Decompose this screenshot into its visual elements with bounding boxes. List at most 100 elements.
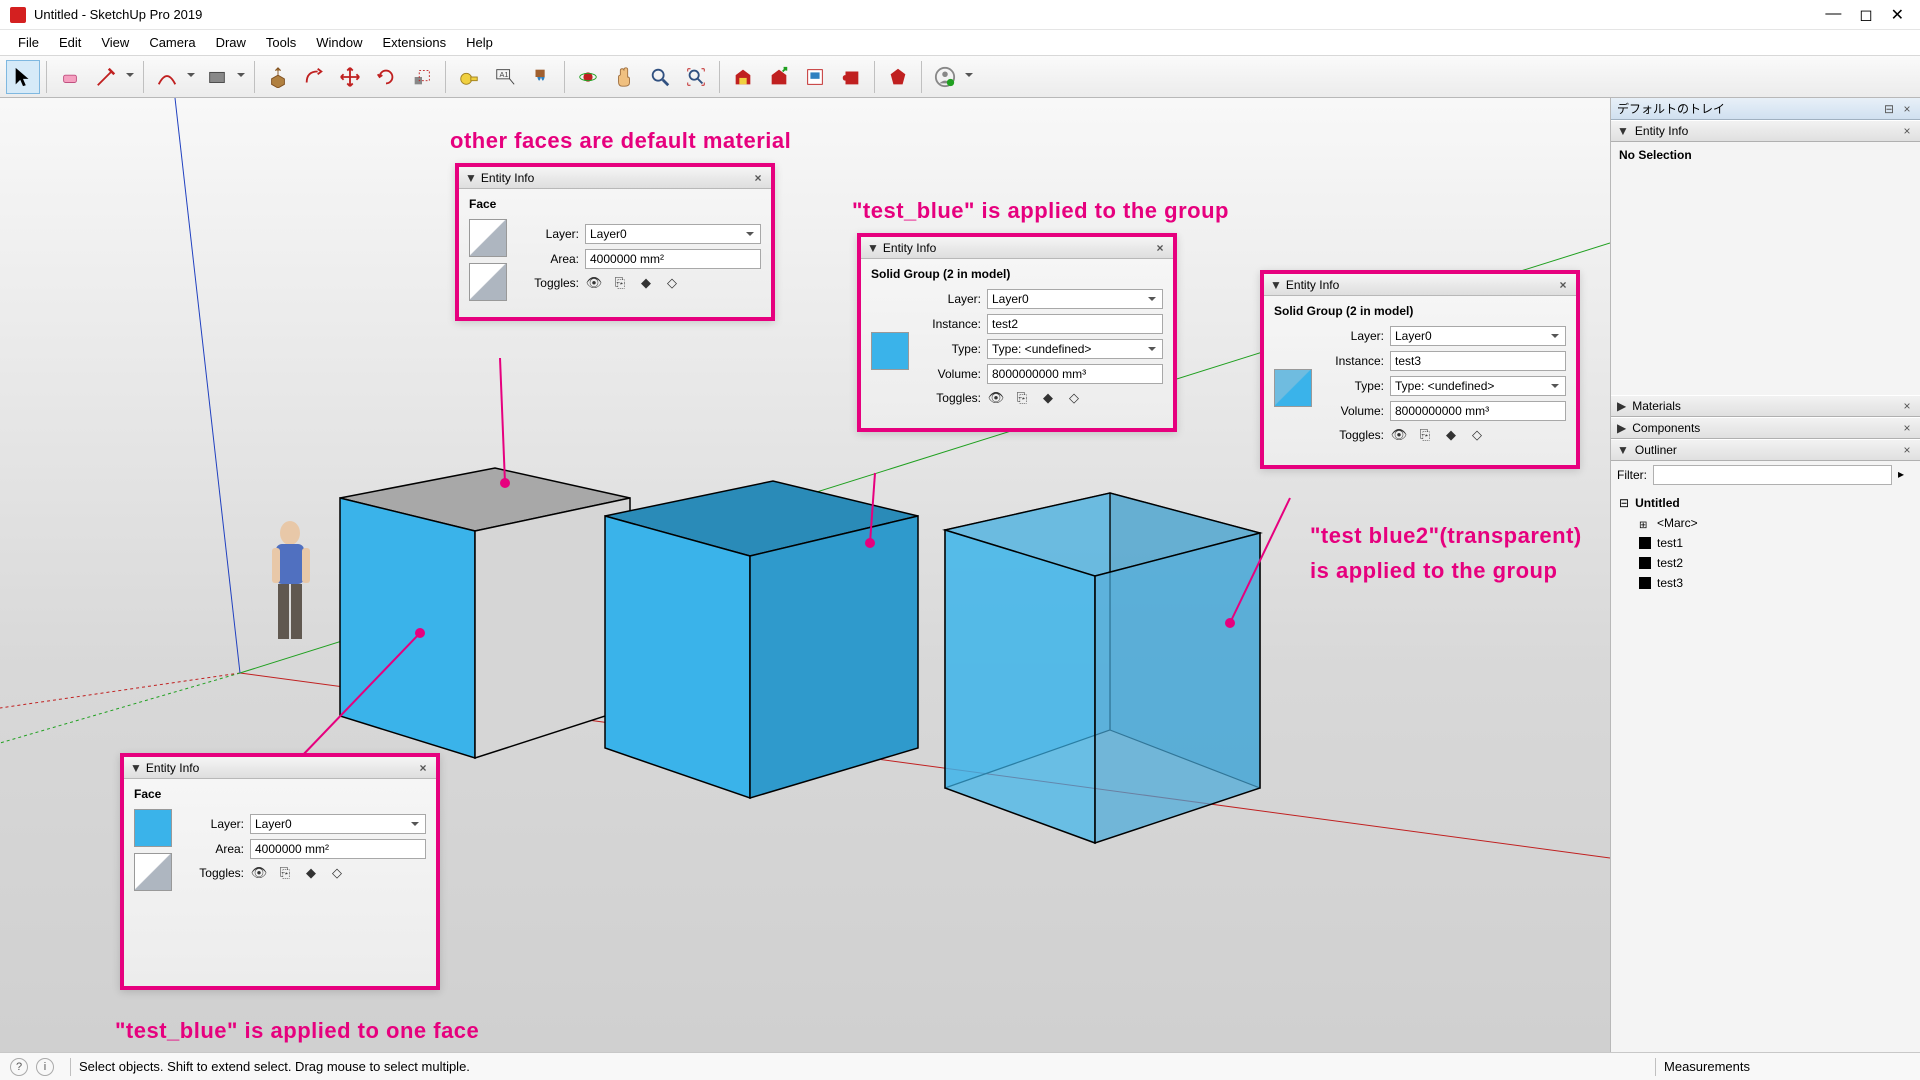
no-selection-label: No Selection xyxy=(1611,142,1920,168)
lock-toggle-icon[interactable]: ⎘ xyxy=(1013,389,1031,407)
close-icon[interactable]: × xyxy=(1900,102,1914,116)
shadow-receive-icon[interactable]: ◇ xyxy=(328,864,346,882)
layer-select[interactable]: Layer0 xyxy=(987,289,1163,309)
tray-header[interactable]: デフォルトのトレイ ⊟ × xyxy=(1611,98,1920,120)
shadow-receive-icon[interactable]: ◇ xyxy=(1065,389,1083,407)
material-swatch[interactable] xyxy=(1274,369,1312,407)
layer-select[interactable]: Layer0 xyxy=(250,814,426,834)
menu-extensions[interactable]: Extensions xyxy=(373,31,457,54)
lock-toggle-icon[interactable]: ⎘ xyxy=(611,274,629,292)
close-icon[interactable]: × xyxy=(1153,241,1167,255)
entity-info-header[interactable]: ▼Entity Info× xyxy=(1611,120,1920,142)
close-icon[interactable]: × xyxy=(751,171,765,185)
scale-tool[interactable] xyxy=(405,60,439,94)
shadow-cast-icon[interactable]: ◆ xyxy=(1442,426,1460,444)
lock-toggle-icon[interactable]: ⎘ xyxy=(276,864,294,882)
tree-item-test1[interactable]: test1 xyxy=(1619,533,1912,553)
panel-title: Entity Info xyxy=(481,171,534,185)
tape-tool[interactable] xyxy=(452,60,486,94)
outliner-tree: ⊟Untitled <Marc> test1 test2 test3 xyxy=(1611,489,1920,597)
entity-type: Face xyxy=(134,785,426,809)
instance-field[interactable]: test2 xyxy=(987,314,1163,334)
warehouse-share-tool[interactable] xyxy=(762,60,796,94)
lock-toggle-icon[interactable]: ⎘ xyxy=(1416,426,1434,444)
extension-manager-tool[interactable] xyxy=(834,60,868,94)
front-material-swatch[interactable] xyxy=(469,219,507,257)
type-select[interactable]: Type: <undefined> xyxy=(1390,376,1566,396)
details-icon[interactable]: ▸ xyxy=(1898,467,1914,483)
rectangle-tool[interactable] xyxy=(200,60,234,94)
rectangle-tool-dropdown[interactable] xyxy=(234,60,248,94)
layer-select[interactable]: Layer0 xyxy=(585,224,761,244)
arc-tool-dropdown[interactable] xyxy=(184,60,198,94)
outliner-header[interactable]: ▼Outliner× xyxy=(1611,439,1920,461)
close-icon[interactable]: × xyxy=(1900,399,1914,413)
materials-header[interactable]: ▶Materials× xyxy=(1611,395,1920,417)
move-tool[interactable] xyxy=(333,60,367,94)
minimize-button[interactable]: — xyxy=(1825,5,1841,25)
tree-item-test2[interactable]: test2 xyxy=(1619,553,1912,573)
pin-icon[interactable]: ⊟ xyxy=(1882,102,1896,116)
type-select[interactable]: Type: <undefined> xyxy=(987,339,1163,359)
shadow-cast-icon[interactable]: ◆ xyxy=(637,274,655,292)
account-button[interactable] xyxy=(928,60,962,94)
menu-draw[interactable]: Draw xyxy=(206,31,256,54)
paint-tool[interactable] xyxy=(524,60,558,94)
info-icon[interactable]: i xyxy=(36,1058,54,1076)
layout-tool[interactable] xyxy=(798,60,832,94)
text-tool[interactable]: A1 xyxy=(488,60,522,94)
close-icon[interactable]: × xyxy=(1900,443,1914,457)
line-tool[interactable] xyxy=(89,60,123,94)
menu-window[interactable]: Window xyxy=(306,31,372,54)
filter-input[interactable] xyxy=(1653,465,1892,485)
select-tool[interactable] xyxy=(6,60,40,94)
volume-field: 8000000000 mm³ xyxy=(1390,401,1566,421)
menu-help[interactable]: Help xyxy=(456,31,503,54)
components-header[interactable]: ▶Components× xyxy=(1611,417,1920,439)
close-button[interactable]: ✕ xyxy=(1891,5,1904,25)
menu-edit[interactable]: Edit xyxy=(49,31,91,54)
material-swatch[interactable] xyxy=(871,332,909,370)
visible-toggle-icon[interactable]: 👁 xyxy=(987,389,1005,407)
warehouse-tool[interactable] xyxy=(726,60,760,94)
shadow-cast-icon[interactable]: ◆ xyxy=(1039,389,1057,407)
visible-toggle-icon[interactable]: 👁 xyxy=(585,274,603,292)
menu-tools[interactable]: Tools xyxy=(256,31,306,54)
shadow-receive-icon[interactable]: ◇ xyxy=(663,274,681,292)
menu-view[interactable]: View xyxy=(91,31,139,54)
instance-field[interactable]: test3 xyxy=(1390,351,1566,371)
viewport[interactable]: other faces are default material "test_b… xyxy=(0,98,1610,1052)
maximize-button[interactable]: ◻ xyxy=(1859,5,1872,25)
close-icon[interactable]: × xyxy=(416,761,430,775)
shadow-receive-icon[interactable]: ◇ xyxy=(1468,426,1486,444)
status-hint: Select objects. Shift to extend select. … xyxy=(79,1059,470,1074)
close-icon[interactable]: × xyxy=(1900,124,1914,138)
offset-tool[interactable] xyxy=(297,60,331,94)
front-material-swatch[interactable] xyxy=(134,809,172,847)
account-dropdown[interactable] xyxy=(962,60,976,94)
tree-item-test3[interactable]: test3 xyxy=(1619,573,1912,593)
pushpull-tool[interactable] xyxy=(261,60,295,94)
tree-root[interactable]: ⊟Untitled xyxy=(1619,493,1912,513)
menu-camera[interactable]: Camera xyxy=(139,31,205,54)
ruby-console-tool[interactable] xyxy=(881,60,915,94)
tree-item-marc[interactable]: <Marc> xyxy=(1619,513,1912,533)
visible-toggle-icon[interactable]: 👁 xyxy=(1390,426,1408,444)
zoom-extents-tool[interactable] xyxy=(679,60,713,94)
shadow-cast-icon[interactable]: ◆ xyxy=(302,864,320,882)
menu-file[interactable]: File xyxy=(8,31,49,54)
help-icon[interactable]: ? xyxy=(10,1058,28,1076)
visible-toggle-icon[interactable]: 👁 xyxy=(250,864,268,882)
close-icon[interactable]: × xyxy=(1556,278,1570,292)
arc-tool[interactable] xyxy=(150,60,184,94)
back-material-swatch[interactable] xyxy=(469,263,507,301)
back-material-swatch[interactable] xyxy=(134,853,172,891)
pan-tool[interactable] xyxy=(607,60,641,94)
zoom-tool[interactable] xyxy=(643,60,677,94)
close-icon[interactable]: × xyxy=(1900,421,1914,435)
layer-select[interactable]: Layer0 xyxy=(1390,326,1566,346)
eraser-tool[interactable] xyxy=(53,60,87,94)
rotate-tool[interactable] xyxy=(369,60,403,94)
orbit-tool[interactable] xyxy=(571,60,605,94)
line-tool-dropdown[interactable] xyxy=(123,60,137,94)
